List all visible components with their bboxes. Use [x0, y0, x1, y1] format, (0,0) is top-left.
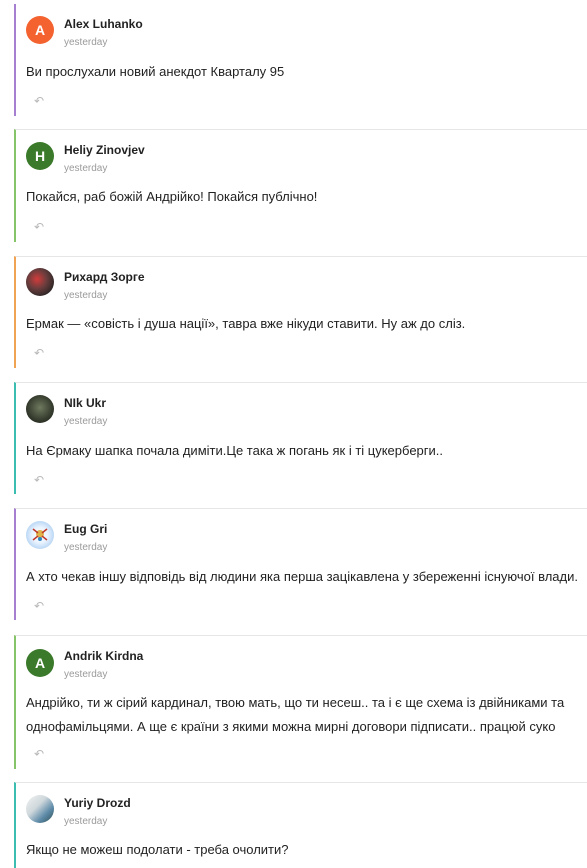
avatar[interactable]: [26, 795, 54, 823]
comment-text: Покайся, раб божій Андрійко! Покайся пуб…: [26, 189, 318, 204]
comment-item: Рихард Зорге yesterday Ермак — «совість …: [14, 256, 587, 368]
avatar[interactable]: [26, 268, 54, 296]
comment-author[interactable]: Рихард Зорге: [64, 270, 145, 284]
comment-text: Ермак — «совість і душа нації», тавра вж…: [26, 316, 466, 331]
avatar[interactable]: [26, 521, 54, 549]
comment-time[interactable]: yesterday: [64, 37, 107, 48]
reply-icon[interactable]: ↶: [34, 346, 44, 360]
reply-icon[interactable]: ↶: [34, 747, 44, 761]
comment-item: A Andrik Kirdna yesterday Андрійко, ти ж…: [14, 635, 587, 769]
reply-icon[interactable]: ↶: [34, 599, 44, 613]
comment-text: Ви прослухали новий анекдот Кварталу 95: [26, 64, 285, 79]
comment-text: Андрійко, ти ж сірий кардинал, твою мать…: [26, 695, 565, 734]
comment-item: Eug Gri yesterday А хто чекав іншу відпо…: [14, 508, 587, 620]
comment-time[interactable]: yesterday: [64, 416, 107, 427]
comment-time[interactable]: yesterday: [64, 290, 107, 301]
comment-time[interactable]: yesterday: [64, 669, 107, 680]
comment-time[interactable]: yesterday: [64, 542, 107, 553]
comment-author[interactable]: NIk Ukr: [64, 396, 106, 410]
comment-author[interactable]: Andrik Kirdna: [64, 649, 143, 663]
comment-item: Yuriy Drozd yesterday Якщо не можеш подо…: [14, 782, 587, 868]
comment-text: На Єрмаку шапка почала диміти.Це така ж …: [26, 443, 444, 458]
reply-icon[interactable]: ↶: [34, 473, 44, 487]
avatar[interactable]: A: [26, 649, 54, 677]
avatar[interactable]: A: [26, 16, 54, 44]
comment-author[interactable]: Heliy Zinovjev: [64, 143, 145, 157]
avatar[interactable]: H: [26, 142, 54, 170]
comment-item: A Alex Luhanko yesterday Ви прослухали н…: [14, 4, 587, 116]
comment-time[interactable]: yesterday: [64, 816, 107, 827]
comment-author[interactable]: Alex Luhanko: [64, 17, 143, 31]
comment-item: H Heliy Zinovjev yesterday Покайся, раб …: [14, 129, 587, 242]
comment-time[interactable]: yesterday: [64, 163, 107, 174]
comment-text: Якщо не можеш подолати - треба очолити?: [26, 842, 289, 857]
comment-text: А хто чекав іншу відповідь від людини як…: [26, 569, 578, 584]
avatar[interactable]: [26, 395, 54, 423]
avatar-picture-icon: [32, 528, 48, 541]
reply-icon[interactable]: ↶: [34, 220, 44, 234]
comment-author[interactable]: Eug Gri: [64, 522, 107, 536]
comment-author[interactable]: Yuriy Drozd: [64, 796, 131, 810]
reply-icon[interactable]: ↶: [34, 94, 44, 108]
comment-item: NIk Ukr yesterday На Єрмаку шапка почала…: [14, 382, 587, 494]
